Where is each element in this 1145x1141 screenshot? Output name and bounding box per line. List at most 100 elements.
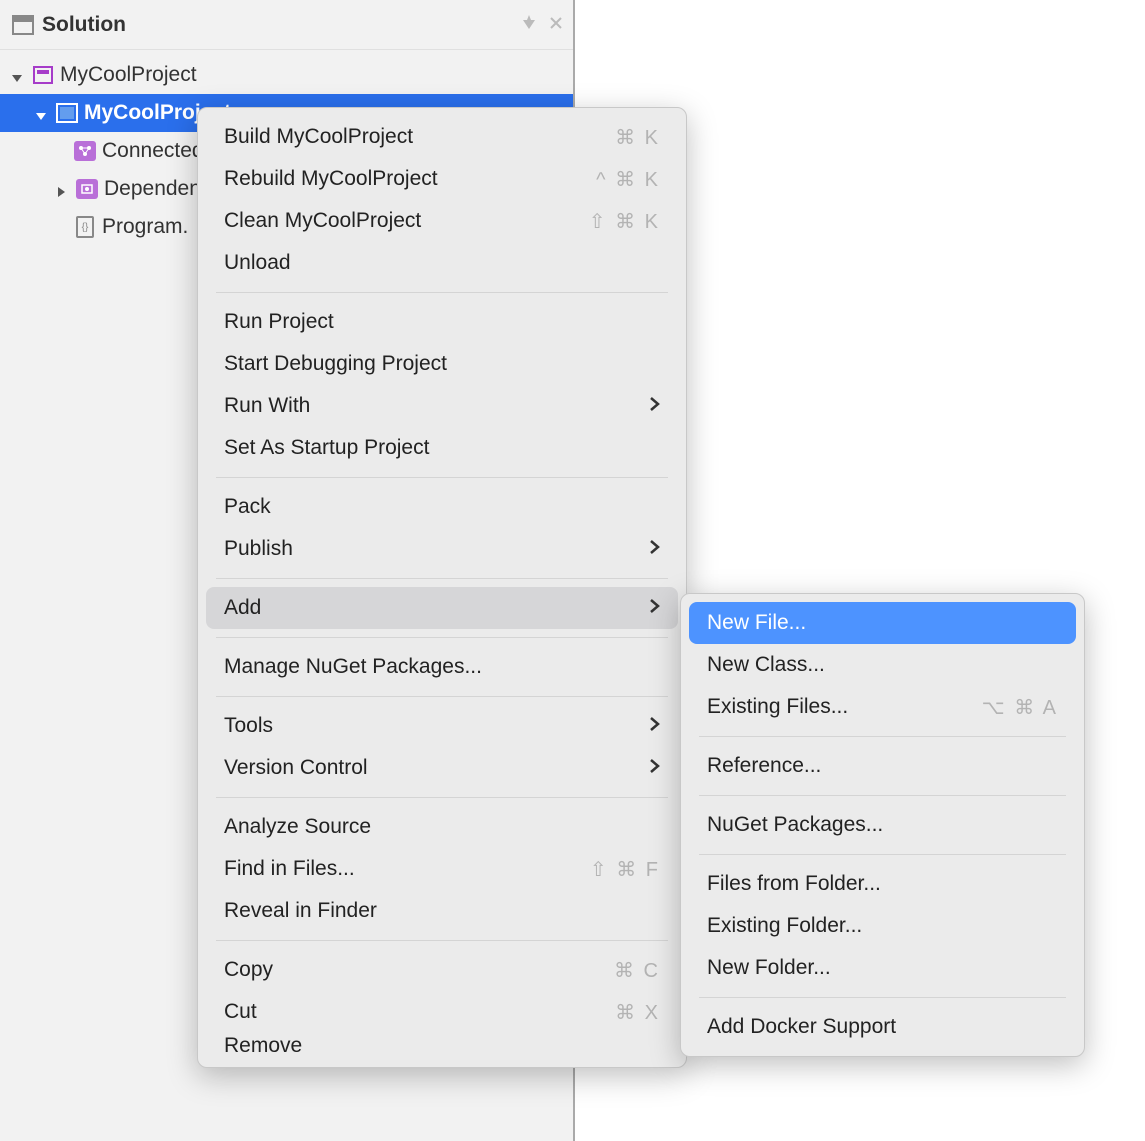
menu-label: Cut [224,1000,257,1024]
submenu-existing-folder[interactable]: Existing Folder... [681,905,1084,947]
menu-label: Files from Folder... [707,872,881,896]
menu-separator [699,997,1066,998]
disclosure-icon[interactable] [10,67,26,83]
menu-label: Add [224,596,261,620]
menu-label: Publish [224,537,293,561]
menu-label: Unload [224,251,291,275]
cs-file-icon: {} [74,216,96,238]
panel-header: Solution [0,0,573,50]
menu-label: Run Project [224,310,334,334]
menu-separator [216,696,668,697]
menu-separator [699,795,1066,796]
menu-separator [216,578,668,579]
menu-add[interactable]: Add [206,587,678,629]
menu-remove[interactable]: Remove [198,1033,686,1059]
shortcut: ⌥ ⌘ A [982,695,1058,720]
menu-separator [216,637,668,638]
shortcut: ⌘ K [615,125,660,150]
menu-label: Pack [224,495,271,519]
menu-label: Existing Files... [707,695,848,719]
menu-label: Remove [224,1034,302,1058]
menu-label: Reveal in Finder [224,899,377,923]
menu-run-with[interactable]: Run With [198,385,686,427]
menu-build[interactable]: Build MyCoolProject ⌘ K [198,116,686,158]
pin-icon[interactable] [521,14,537,35]
menu-run-project[interactable]: Run Project [198,301,686,343]
menu-label: Version Control [224,756,368,780]
menu-start-debugging[interactable]: Start Debugging Project [198,343,686,385]
menu-label: Existing Folder... [707,914,862,938]
submenu-new-file[interactable]: New File... [689,602,1076,644]
chevron-right-icon [648,394,660,418]
menu-label: Rebuild MyCoolProject [224,167,438,191]
csproj-icon [56,102,78,124]
menu-label: Manage NuGet Packages... [224,655,482,679]
menu-label: Copy [224,958,273,982]
menu-label: New File... [707,611,806,635]
submenu-new-class[interactable]: New Class... [681,644,1084,686]
program-label: Program. [102,215,188,239]
menu-separator [699,736,1066,737]
menu-separator [216,940,668,941]
chevron-right-icon [648,714,660,738]
submenu-existing-files[interactable]: Existing Files... ⌥ ⌘ A [681,686,1084,728]
chevron-right-icon [648,537,660,561]
menu-manage-nuget[interactable]: Manage NuGet Packages... [198,646,686,688]
menu-label: Clean MyCoolProject [224,209,421,233]
solution-name: MyCoolProject [60,63,197,87]
submenu-new-folder[interactable]: New Folder... [681,947,1084,989]
panel-title: Solution [42,13,126,37]
submenu-nuget[interactable]: NuGet Packages... [681,804,1084,846]
chevron-right-icon [648,756,660,780]
disclosure-icon[interactable] [34,105,50,121]
menu-label: Tools [224,714,273,738]
close-icon[interactable] [549,14,563,35]
menu-label: Reference... [707,754,821,778]
menu-label: New Class... [707,653,825,677]
menu-rebuild[interactable]: Rebuild MyCoolProject ^ ⌘ K [198,158,686,200]
menu-tools[interactable]: Tools [198,705,686,747]
menu-reveal-finder[interactable]: Reveal in Finder [198,890,686,932]
shortcut: ⌘ C [614,958,660,983]
menu-label: Add Docker Support [707,1015,896,1039]
menu-analyze[interactable]: Analyze Source [198,806,686,848]
menu-separator [216,477,668,478]
menu-copy[interactable]: Copy ⌘ C [198,949,686,991]
connected-services-icon [74,140,96,162]
menu-separator [699,854,1066,855]
submenu-docker[interactable]: Add Docker Support [681,1006,1084,1048]
dependencies-icon [76,178,98,200]
menu-separator [216,797,668,798]
menu-version-control[interactable]: Version Control [198,747,686,789]
menu-label: Find in Files... [224,857,355,881]
menu-find-in-files[interactable]: Find in Files... ⇧ ⌘ F [198,848,686,890]
submenu-files-from-folder[interactable]: Files from Folder... [681,863,1084,905]
connected-label: Connected [102,139,204,163]
submenu-reference[interactable]: Reference... [681,745,1084,787]
menu-label: Start Debugging Project [224,352,447,376]
menu-publish[interactable]: Publish [198,528,686,570]
shortcut: ^ ⌘ K [596,167,660,192]
submenu-add: New File... New Class... Existing Files.… [680,593,1085,1057]
menu-clean[interactable]: Clean MyCoolProject ⇧ ⌘ K [198,200,686,242]
menu-cut[interactable]: Cut ⌘ X [198,991,686,1033]
menu-label: Run With [224,394,310,418]
menu-set-startup[interactable]: Set As Startup Project [198,427,686,469]
menu-separator [216,292,668,293]
menu-label: NuGet Packages... [707,813,883,837]
tree-solution-root[interactable]: MyCoolProject [0,56,573,94]
solution-header-icon [12,14,34,36]
menu-label: Analyze Source [224,815,371,839]
solution-icon [32,64,54,86]
menu-unload[interactable]: Unload [198,242,686,284]
menu-pack[interactable]: Pack [198,486,686,528]
chevron-right-icon [648,596,660,620]
menu-label: Set As Startup Project [224,436,429,460]
menu-label: New Folder... [707,956,831,980]
shortcut: ⌘ X [615,1000,660,1025]
menu-label: Build MyCoolProject [224,125,413,149]
disclosure-icon[interactable] [54,181,70,197]
shortcut: ⇧ ⌘ F [590,857,660,882]
shortcut: ⇧ ⌘ K [589,209,660,234]
context-menu: Build MyCoolProject ⌘ K Rebuild MyCoolPr… [197,107,687,1068]
